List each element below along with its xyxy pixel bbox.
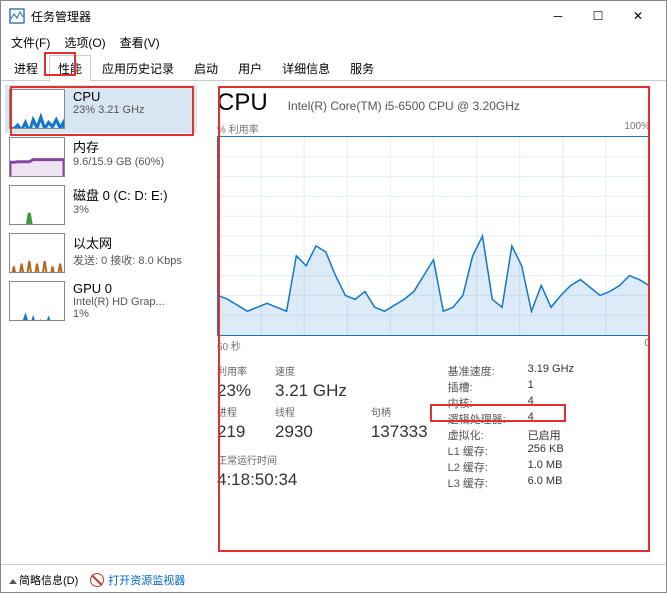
close-button[interactable]: ✕: [618, 1, 658, 31]
stat-processes: 219: [217, 422, 251, 443]
thumb-disk: [9, 185, 65, 225]
tab-services[interactable]: 服务: [341, 55, 383, 81]
sidebar-item-cpu[interactable]: CPU23% 3.21 GHz: [5, 85, 197, 133]
stat-row: L1 缓存:256 KB: [448, 443, 574, 459]
stat-uptime: 4:18:50:34: [217, 470, 428, 491]
open-resmon-link[interactable]: 打开资源监视器: [90, 572, 185, 588]
thumb-gpu: [9, 281, 65, 321]
minimize-button[interactable]: ─: [538, 1, 578, 31]
main-panel: CPU Intel(R) Core(TM) i5-6500 CPU @ 3.20…: [201, 81, 666, 564]
sidebar-item-ethernet[interactable]: 以太网发送: 0 接收: 8.0 Kbps: [5, 229, 197, 277]
menu-file[interactable]: 文件(F): [5, 32, 56, 53]
stat-row: L3 缓存:6.0 MB: [448, 475, 574, 491]
menubar: 文件(F) 选项(O) 查看(V): [1, 31, 666, 53]
tab-performance[interactable]: 性能: [49, 55, 91, 81]
stat-row: 逻辑处理器:4: [448, 411, 574, 427]
stats: 利用率 速度 23% 3.21 GHz 进程 线程 句柄 219 2930 13…: [217, 363, 650, 491]
window-title: 任务管理器: [31, 8, 538, 25]
titlebar: 任务管理器 ─ ☐ ✕: [1, 1, 666, 31]
tab-users[interactable]: 用户: [229, 55, 271, 81]
cpu-model: Intel(R) Core(TM) i5-6500 CPU @ 3.20GHz: [288, 99, 520, 113]
stat-speed: 3.21 GHz: [275, 381, 347, 402]
stat-row: 插槽:1: [448, 379, 574, 395]
menu-options[interactable]: 选项(O): [58, 32, 111, 53]
tabbar: 进程 性能 应用历史记录 启动 用户 详细信息 服务: [1, 53, 666, 81]
tab-processes[interactable]: 进程: [5, 55, 47, 81]
stat-row: 基准速度:3.19 GHz: [448, 363, 574, 379]
stat-row: L2 缓存:1.0 MB: [448, 459, 574, 475]
cpu-chart[interactable]: [217, 136, 650, 336]
sidebar-item-memory[interactable]: 内存9.6/15.9 GB (60%): [5, 133, 197, 181]
thumb-ethernet: [9, 233, 65, 273]
stat-threads: 2930: [275, 422, 347, 443]
main-title: CPU: [217, 89, 268, 117]
stat-row: 内核:4: [448, 395, 574, 411]
sidebar: CPU23% 3.21 GHz 内存9.6/15.9 GB (60%) 磁盘 0…: [1, 81, 201, 564]
thumb-cpu: [9, 89, 65, 129]
sidebar-item-gpu[interactable]: GPU 0Intel(R) HD Grap...1%: [5, 277, 197, 325]
menu-view[interactable]: 查看(V): [114, 32, 166, 53]
stat-handles: 137333: [371, 422, 428, 443]
thumb-memory: [9, 137, 65, 177]
maximize-button[interactable]: ☐: [578, 1, 618, 31]
tab-startup[interactable]: 启动: [185, 55, 227, 81]
statusbar: 简略信息(D) 打开资源监视器: [1, 564, 666, 594]
tab-details[interactable]: 详细信息: [273, 55, 339, 81]
tab-app-history[interactable]: 应用历史记录: [93, 55, 183, 81]
brief-toggle[interactable]: 简略信息(D): [9, 572, 78, 588]
taskmgr-icon: [9, 8, 25, 24]
stat-utilization: 23%: [217, 381, 251, 402]
resmon-icon: [90, 573, 104, 587]
sidebar-item-disk[interactable]: 磁盘 0 (C: D: E:)3%: [5, 181, 197, 229]
chevron-up-icon: [9, 579, 17, 584]
stat-row: 虚拟化:已启用: [448, 427, 574, 443]
content: CPU23% 3.21 GHz 内存9.6/15.9 GB (60%) 磁盘 0…: [1, 81, 666, 564]
